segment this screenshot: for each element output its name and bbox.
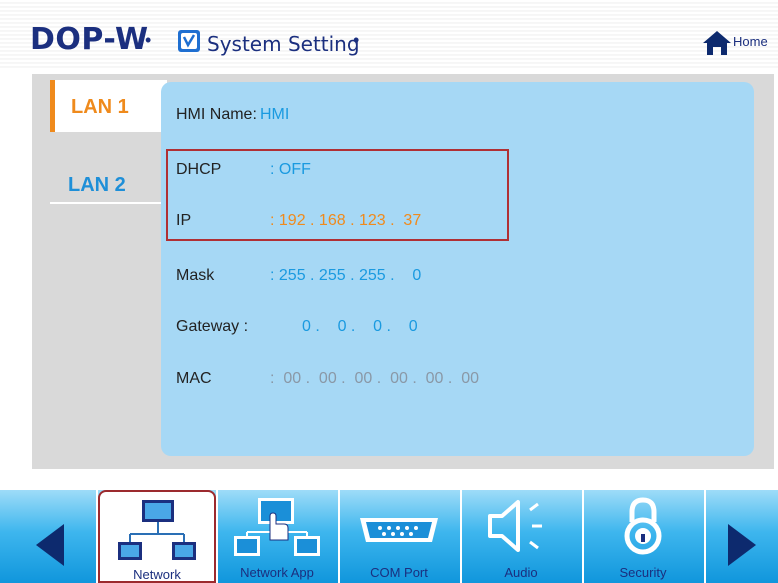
network-icon bbox=[118, 500, 196, 560]
network-app-label: Network App bbox=[240, 565, 314, 580]
network-button[interactable]: Network bbox=[98, 490, 216, 583]
gateway-label: Gateway : bbox=[176, 318, 249, 335]
network-app-icon bbox=[234, 498, 320, 556]
nav-divider bbox=[704, 490, 706, 583]
com-port-label: COM Port bbox=[370, 565, 428, 580]
left-arrow-icon[interactable] bbox=[32, 520, 68, 575]
settings-panel bbox=[161, 82, 754, 456]
audio-button[interactable]: Audio bbox=[462, 490, 580, 583]
tab-lan-1[interactable]: LAN 1 bbox=[50, 80, 167, 132]
mask-value[interactable]: : 255 . 255 . 255 . 0 bbox=[270, 267, 421, 285]
com-port-button[interactable]: COM Port bbox=[340, 490, 458, 583]
home-icon[interactable] bbox=[702, 30, 732, 61]
com-port-icon bbox=[360, 518, 438, 542]
hmi-name-label: HMI Name: bbox=[176, 106, 257, 123]
audio-label: Audio bbox=[504, 565, 538, 580]
title-dot: • bbox=[145, 30, 152, 50]
network-app-button[interactable]: Network App bbox=[218, 490, 336, 583]
mac-value: : 00 . 00 . 00 . 00 . 00 . 00 bbox=[270, 370, 480, 387]
network-label: Network bbox=[133, 567, 181, 582]
right-arrow-icon[interactable] bbox=[724, 520, 760, 575]
hmi-name-value[interactable]: HMI bbox=[260, 106, 289, 124]
security-icon bbox=[624, 497, 662, 555]
gateway-value[interactable]: 0 . 0 . 0 . 0 bbox=[302, 318, 418, 336]
tab-lan-2[interactable]: LAN 2 bbox=[50, 150, 162, 204]
tab-label: LAN 1 bbox=[71, 96, 129, 118]
highlight-box bbox=[166, 149, 509, 241]
audio-icon bbox=[488, 500, 542, 552]
security-label: Security bbox=[619, 565, 667, 580]
tab-label: LAN 2 bbox=[68, 174, 126, 196]
system-setting-icon bbox=[178, 30, 200, 52]
title-dot-right: • bbox=[353, 30, 360, 50]
home-button-label[interactable]: Home bbox=[733, 34, 768, 49]
security-button[interactable]: Security bbox=[584, 490, 702, 583]
brand-title: DOP-W bbox=[30, 22, 149, 57]
mac-label: MAC bbox=[176, 370, 212, 387]
mask-label: Mask bbox=[176, 267, 215, 284]
page-title: System Setting bbox=[207, 32, 360, 56]
